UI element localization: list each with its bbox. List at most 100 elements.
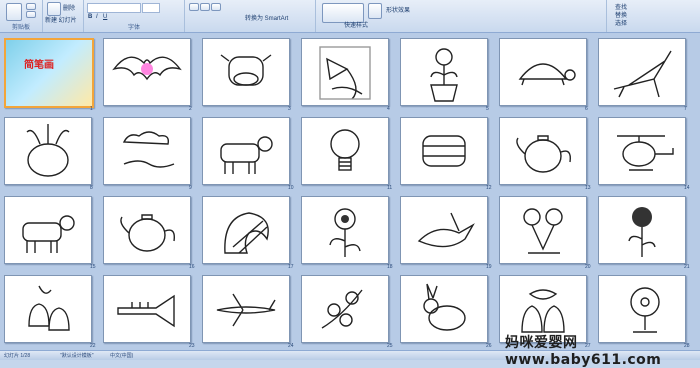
slide-thumbnail[interactable] (103, 275, 191, 343)
clipboard-group: 剪贴板 (0, 0, 43, 32)
bullets-icon[interactable] (189, 3, 199, 11)
slide-number: 4 (387, 106, 390, 112)
slide-number: 7 (684, 106, 687, 112)
slide-drawing (26, 124, 70, 177)
drawing-group: 快速样式 形状效果 (316, 0, 607, 32)
slide-number: 14 (684, 185, 690, 191)
slide-number: 26 (486, 343, 492, 349)
slide-drawing (423, 283, 466, 331)
slide-thumbnail[interactable] (400, 196, 488, 264)
slide-drawing (216, 293, 276, 327)
slide-number: 5 (486, 106, 489, 112)
slide-drawing (122, 131, 175, 168)
copy-icon[interactable] (26, 11, 36, 18)
slide-thumbnail[interactable] (598, 196, 686, 264)
indent-icon[interactable] (211, 3, 221, 11)
slide-thumbnail[interactable] (499, 117, 587, 185)
slide-thumbnail[interactable] (400, 38, 488, 106)
slide-thumbnail[interactable] (103, 117, 191, 185)
slide-number: 16 (189, 264, 195, 270)
slide-thumbnail[interactable] (598, 117, 686, 185)
slide-drawing (613, 50, 672, 98)
slide-thumbnail[interactable] (4, 275, 92, 343)
new-slide-button[interactable]: 新建 幻灯片 (45, 15, 77, 24)
cut-icon[interactable] (26, 3, 36, 10)
slide-drawing (319, 46, 371, 100)
slide-number: 3 (288, 106, 291, 112)
slide-thumbnail[interactable] (4, 196, 92, 264)
slide-thumbnail[interactable] (499, 38, 587, 106)
slide-number: 22 (90, 343, 96, 349)
slide-drawing (523, 208, 563, 254)
slide-thumbnail[interactable] (598, 38, 686, 106)
slide-thumbnail[interactable] (301, 38, 389, 106)
slide-thumbnail[interactable] (400, 117, 488, 185)
slide-number: 9 (189, 185, 192, 191)
slide-number: 13 (585, 185, 591, 191)
slide-thumbnail[interactable] (103, 196, 191, 264)
slide-drawing (112, 56, 182, 81)
slide-number: 21 (684, 264, 690, 270)
slide-number: 15 (90, 264, 96, 270)
slide-drawing (329, 208, 361, 257)
slide-thumbnail[interactable] (499, 196, 587, 264)
slides-group: 新建 幻灯片 删除 (43, 0, 84, 32)
theme-name: "默认设计模板" (60, 353, 94, 359)
font-group: B I U 字体 (84, 0, 185, 32)
select-button[interactable]: 选择 (615, 18, 627, 27)
slide-thumbnail[interactable] (301, 117, 389, 185)
slide-number: 24 (288, 343, 294, 349)
slide-number: 8 (90, 185, 93, 191)
slide-thumbnail[interactable] (4, 117, 92, 185)
slide-number: 11 (387, 185, 393, 191)
slide-number: 12 (486, 185, 492, 191)
paste-icon[interactable] (6, 3, 22, 21)
slide-number: 19 (486, 264, 492, 270)
slide-number: 20 (585, 264, 591, 270)
slide-thumbnail[interactable] (103, 38, 191, 106)
slide-drawing (330, 129, 360, 171)
slide-number: 18 (387, 264, 393, 270)
slide-thumbnail[interactable] (202, 275, 290, 343)
bold-button[interactable]: B (88, 14, 92, 20)
slide-drawing (518, 63, 576, 86)
slide-thumbnail[interactable] (202, 117, 290, 185)
slide-thumbnail[interactable] (301, 196, 389, 264)
slide-thumbnail[interactable]: 简笔画 (4, 38, 94, 108)
font-name-combo[interactable] (87, 3, 141, 13)
slide-number: 10 (288, 185, 294, 191)
shape-effects-button[interactable]: 形状效果 (386, 5, 410, 14)
slide-drawing (417, 212, 475, 248)
slide-thumbnail[interactable] (400, 275, 488, 343)
convert-smartart-button[interactable]: 转换为 SmartArt (245, 13, 288, 22)
numbering-icon[interactable] (200, 3, 210, 11)
slide-drawing (430, 48, 458, 102)
slide-number: 23 (189, 343, 195, 349)
ribbon: 剪贴板 新建 幻灯片 删除 B I U 字体 转换为 SmartArt 快速样式… (0, 0, 700, 33)
slide-drawing (28, 285, 70, 331)
slide-drawing (22, 215, 75, 253)
slide-drawing (220, 54, 272, 86)
quick-styles-button[interactable]: 快速样式 (344, 20, 368, 29)
slide-thumbnail[interactable] (301, 275, 389, 343)
underline-button[interactable]: U (103, 14, 107, 20)
slide-drawing (220, 136, 273, 174)
slide-number: 25 (387, 343, 393, 349)
watermark: 妈咪爱婴网 www.baby611.com (505, 335, 662, 368)
italic-button[interactable]: I (96, 14, 98, 20)
slide-number: 1 (90, 106, 93, 112)
delete-slide-button[interactable]: 删除 (63, 3, 75, 12)
clipboard-group-label: 剪贴板 (11, 25, 30, 31)
new-slide-icon[interactable] (47, 2, 61, 16)
slide-info: 幻灯片 1/28 (4, 353, 31, 359)
arrange-icon[interactable] (368, 3, 382, 19)
font-size-combo[interactable] (142, 3, 160, 13)
slide-title-text: 简笔画 (24, 60, 54, 71)
font-group-label: 字体 (127, 25, 140, 31)
slide-thumbnail[interactable] (202, 196, 290, 264)
editing-group: 查找 替换 选择 (607, 0, 699, 32)
slide-drawing (224, 212, 269, 254)
slide-thumbnail[interactable] (202, 38, 290, 106)
language-indicator: 中文(中国) (110, 353, 134, 359)
slide-drawing (321, 289, 363, 329)
